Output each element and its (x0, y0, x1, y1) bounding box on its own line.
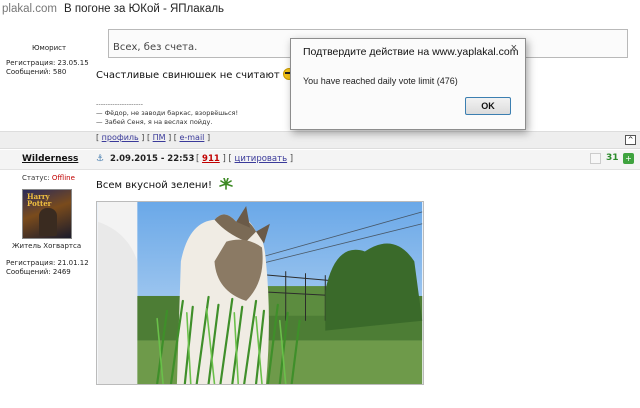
leaf-icon (219, 178, 233, 190)
bracket: [ (196, 154, 200, 164)
quote-link[interactable]: цитировать (235, 154, 288, 164)
signature-divider: -------------------- (96, 100, 143, 108)
email-link[interactable]: e-mail (179, 133, 204, 142)
bracket: [ (96, 133, 100, 142)
post2-score: 31 (606, 153, 619, 163)
signature-line: — Забей Сеня, я на веслах пойду. (96, 118, 213, 126)
cat-photo (96, 201, 424, 385)
avatar[interactable]: Harry Potter (22, 189, 72, 239)
signature-line: — Фёдор, не заводи баркас, взорвёшься! (96, 109, 239, 117)
post2-date: 2.09.2015 - 22:53 (110, 154, 195, 164)
profile-link[interactable]: профиль (102, 133, 139, 142)
anchor-icon[interactable]: ⚓ (96, 154, 104, 164)
post2-header: Wilderness ⚓ 2.09.2015 - 22:53 [ 911 ] [… (0, 150, 640, 170)
post1-post-count: Сообщений: 580 (6, 68, 67, 76)
post2-username[interactable]: Wilderness (22, 154, 78, 164)
forum-thread: Юморист Регистрация: 23.05.15 Сообщений:… (0, 20, 640, 408)
post2-body: Всем вкусной зелени! (96, 178, 233, 191)
dialog-message: You have reached daily vote limit (476) (303, 76, 458, 86)
browser-title-bar: plakal.com В погоне за ЮКой - ЯПлакаль (0, 0, 640, 20)
post1-reg-date: Регистрация: 23.05.15 (6, 59, 89, 67)
confirm-dialog: Подтвердите действие на www.yaplakal.com… (290, 38, 526, 130)
status-label: Статус: (22, 174, 50, 182)
close-icon[interactable]: × (511, 42, 517, 54)
post1-actions: [ профиль ] [ ПМ ] [ e-mail ] (96, 133, 210, 142)
status-value: Offline (51, 174, 75, 182)
vote-up-icon[interactable]: + (623, 153, 634, 164)
scroll-up-icon[interactable]: ^ (625, 135, 636, 145)
post-number-link[interactable]: 911 (202, 154, 220, 164)
post2-reg-info: Регистрация: 21.01.12 Сообщений: 2469 (6, 259, 89, 277)
bracket: ] [ (222, 154, 232, 164)
post2-status: Статус: Offline (22, 174, 75, 182)
post1-user-rank: Юморист (32, 44, 67, 52)
bracket: ] [ (141, 133, 151, 142)
post2-meta: [ 911 ] [ цитировать ] (196, 154, 293, 164)
bracket: ] [ (168, 133, 177, 142)
avatar-figure (39, 208, 57, 236)
post2-user-title: Житель Хогвартса (12, 242, 82, 250)
vote-down-icon[interactable] (590, 153, 601, 164)
post1-text: Счастливые свинюшек не считают (96, 70, 280, 81)
post2-post-count: Сообщений: 2469 (6, 268, 71, 276)
bracket: ] (289, 154, 294, 164)
pm-link[interactable]: ПМ (153, 133, 166, 142)
site-domain: plakal.com (2, 3, 57, 15)
post1-reg-info: Регистрация: 23.05.15 Сообщений: 580 (6, 59, 89, 77)
page-title: В погоне за ЮКой - ЯПлакаль (64, 3, 225, 15)
post1-body: Счастливые свинюшек не считают (96, 68, 295, 81)
dialog-title: Подтвердите действие на www.yaplakal.com (303, 46, 519, 58)
avatar-logo-text: Harry Potter (27, 192, 52, 208)
post2-reg-date: Регистрация: 21.01.12 (6, 259, 89, 267)
ok-button[interactable]: OK (465, 97, 511, 115)
post1-signature: -------------------- — Фёдор, не заводи … (96, 100, 238, 127)
bracket: ] (206, 133, 211, 142)
post1-author-panel: Юморист Регистрация: 23.05.15 Сообщений:… (0, 20, 96, 128)
post2-text: Всем вкусной зелени! (96, 180, 212, 191)
